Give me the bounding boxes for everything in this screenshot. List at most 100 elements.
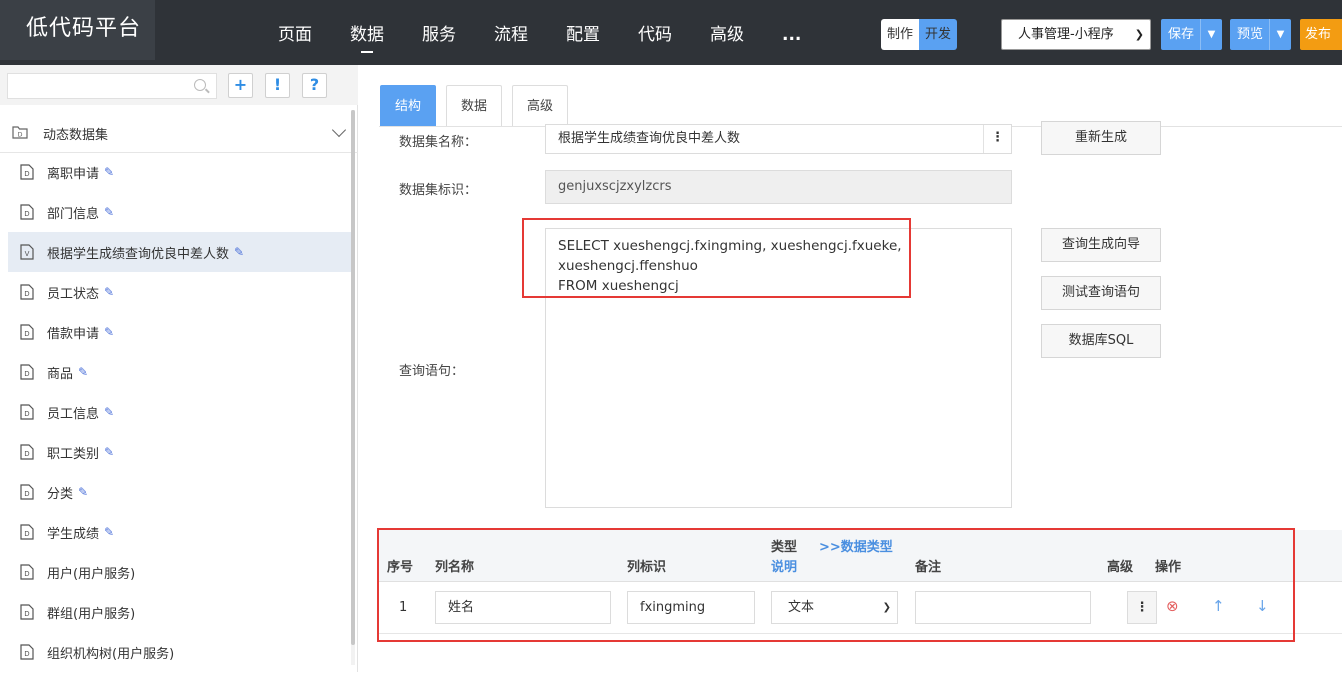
editor-tabs: 结构 数据 高级 xyxy=(380,85,578,127)
sidebar-item[interactable]: D 学生成绩 ✎ xyxy=(8,512,354,552)
folder-dataset-icon: D xyxy=(12,126,28,139)
chevron-down-icon[interactable] xyxy=(331,122,347,138)
caret-down-icon[interactable]: ▼ xyxy=(1269,19,1291,50)
edit-pencil-icon[interactable]: ✎ xyxy=(104,325,114,339)
query-label: 查询语句： xyxy=(399,364,465,379)
dataset-group-header[interactable]: D 动态数据集 xyxy=(0,113,358,153)
database-sql-button[interactable]: 数据库SQL xyxy=(1041,324,1161,358)
sidebar-item-label: 学生成绩 xyxy=(47,526,100,542)
sidebar-item[interactable]: D 群组(用户服务) xyxy=(8,592,354,632)
edit-pencil-icon[interactable]: ✎ xyxy=(78,365,88,379)
dataset-table-icon: D xyxy=(20,644,34,660)
svg-text:V: V xyxy=(25,250,30,258)
info-button[interactable]: ! xyxy=(265,73,290,98)
preview-button[interactable]: 预览 ▼ xyxy=(1230,19,1292,50)
sidebar-item-label: 部门信息 xyxy=(47,206,100,222)
help-button[interactable]: ? xyxy=(302,73,327,98)
app-select[interactable]: 人事管理-小程序 ❯ xyxy=(1001,19,1151,50)
publish-button[interactable]: 发布 xyxy=(1300,19,1342,50)
table-row xyxy=(379,635,1342,675)
edit-pencil-icon[interactable]: ✎ xyxy=(104,205,114,219)
column-remark-input[interactable] xyxy=(915,591,1091,624)
sidebar-item[interactable]: D 组织机构树(用户服务) xyxy=(8,632,354,672)
test-query-button[interactable]: 测试查询语句 xyxy=(1041,276,1161,310)
query-wizard-button[interactable]: 查询生成向导 xyxy=(1041,228,1161,262)
nav-advanced[interactable]: 高级 xyxy=(710,0,744,65)
move-up-icon[interactable]: ↑ xyxy=(1212,597,1225,615)
nav-data[interactable]: 数据 xyxy=(350,0,384,65)
column-name-input[interactable]: 姓名 xyxy=(435,591,611,624)
columns-table-header: 序号 列名称 列标识 类型 >>数据类型 说明 备注 高级 操作 xyxy=(379,530,1342,582)
nav-flow[interactable]: 流程 xyxy=(494,0,528,65)
sql-query-textarea[interactable]: SELECT xueshengcj.fxingming, xueshengcj.… xyxy=(545,228,1012,508)
sidebar-item[interactable]: D 用户(用户服务) xyxy=(8,552,354,592)
header-ops: 操作 xyxy=(1155,560,1182,575)
nav-more[interactable]: ... xyxy=(782,0,801,65)
nav-config[interactable]: 配置 xyxy=(566,0,600,65)
sidebar-item[interactable]: D 员工信息 ✎ xyxy=(8,392,354,432)
search-icon xyxy=(194,79,206,91)
edit-pencil-icon[interactable]: ✎ xyxy=(78,485,88,499)
regenerate-button[interactable]: 重新生成 xyxy=(1041,121,1161,155)
tab-structure[interactable]: 结构 xyxy=(380,85,437,127)
svg-text:D: D xyxy=(24,330,29,338)
edit-pencil-icon[interactable]: ✎ xyxy=(104,445,114,459)
sidebar-search-input[interactable] xyxy=(7,73,217,99)
data-type-link[interactable]: >>数据类型 xyxy=(819,536,893,555)
sidebar-item[interactable]: D 离职申请 ✎ xyxy=(8,152,354,192)
header-type: 类型 xyxy=(771,540,798,555)
dataset-name-field[interactable]: 根据学生成绩查询优良中差人数 ⋮ xyxy=(545,124,1012,154)
dataset-table-icon: D xyxy=(20,404,34,420)
sidebar-item[interactable]: D 分类 ✎ xyxy=(8,472,354,512)
sidebar-item-label: 职工类别 xyxy=(47,446,100,462)
svg-text:D: D xyxy=(24,210,29,218)
top-bar: 低代码平台 页面 数据 服务 流程 配置 代码 高级 ... 制作 开发 人事管… xyxy=(0,0,1342,65)
mode-dev[interactable]: 开发 xyxy=(919,19,957,50)
edit-pencil-icon[interactable]: ✎ xyxy=(104,285,114,299)
sidebar: + ! ? D 动态数据集 D 离职申请 ✎ D 部门信息 ✎ V 根据学生成绩查询优良中差人… xyxy=(0,65,358,672)
sidebar-item[interactable]: D 部门信息 ✎ xyxy=(8,192,354,232)
dataset-name-label: 数据集名称： xyxy=(399,135,478,150)
column-type-select[interactable]: 文本 ❯ xyxy=(771,591,898,624)
preview-label: 预览 xyxy=(1237,27,1264,42)
tab-advanced[interactable]: 高级 xyxy=(512,85,569,127)
sidebar-item[interactable]: D 职工类别 ✎ xyxy=(8,432,354,472)
edit-pencil-icon[interactable]: ✎ xyxy=(234,245,244,259)
dataset-table-icon: D xyxy=(20,284,34,300)
main-nav: 页面 数据 服务 流程 配置 代码 高级 ... xyxy=(278,0,839,65)
delete-icon[interactable]: ⊗ xyxy=(1166,597,1179,615)
sidebar-item-label: 借款申请 xyxy=(47,326,100,342)
svg-text:D: D xyxy=(24,650,29,658)
mode-make[interactable]: 制作 xyxy=(881,19,919,50)
save-button[interactable]: 保存 ▼ xyxy=(1161,19,1223,50)
move-down-icon[interactable]: ↓ xyxy=(1256,597,1269,615)
svg-text:D: D xyxy=(17,131,22,139)
sidebar-item[interactable]: D 员工状态 ✎ xyxy=(8,272,354,312)
mode-toggle[interactable]: 制作 开发 xyxy=(881,19,957,50)
dataset-table-icon: D xyxy=(20,444,34,460)
sidebar-item-label: 根据学生成绩查询优良中差人数 xyxy=(47,246,230,262)
app-select-value: 人事管理-小程序 xyxy=(1018,27,1114,42)
edit-pencil-icon[interactable]: ✎ xyxy=(104,525,114,539)
column-id-input[interactable]: fxingming xyxy=(627,591,755,624)
sidebar-scrollbar[interactable] xyxy=(351,110,355,665)
sidebar-item-label: 员工信息 xyxy=(47,406,100,422)
nav-code[interactable]: 代码 xyxy=(638,0,672,65)
more-options-icon[interactable]: ⋮ xyxy=(983,125,1011,153)
sidebar-item[interactable]: V 根据学生成绩查询优良中差人数 ✎ xyxy=(8,232,354,272)
header-seq: 序号 xyxy=(387,560,414,575)
tab-data[interactable]: 数据 xyxy=(446,85,503,127)
dataset-table-icon: D xyxy=(20,524,34,540)
edit-pencil-icon[interactable]: ✎ xyxy=(104,405,114,419)
more-options-icon[interactable]: ⋮ xyxy=(1127,591,1157,624)
sidebar-item[interactable]: D 商品 ✎ xyxy=(8,352,354,392)
sidebar-item-label: 用户(用户服务) xyxy=(47,566,136,582)
description-link[interactable]: 说明 xyxy=(771,556,797,575)
nav-services[interactable]: 服务 xyxy=(422,0,456,65)
add-button[interactable]: + xyxy=(228,73,253,98)
sidebar-item[interactable]: D 借款申请 ✎ xyxy=(8,312,354,352)
edit-pencil-icon[interactable]: ✎ xyxy=(104,165,114,179)
nav-pages[interactable]: 页面 xyxy=(278,0,312,65)
sidebar-scroll-thumb[interactable] xyxy=(351,110,355,645)
caret-down-icon[interactable]: ▼ xyxy=(1200,19,1222,50)
